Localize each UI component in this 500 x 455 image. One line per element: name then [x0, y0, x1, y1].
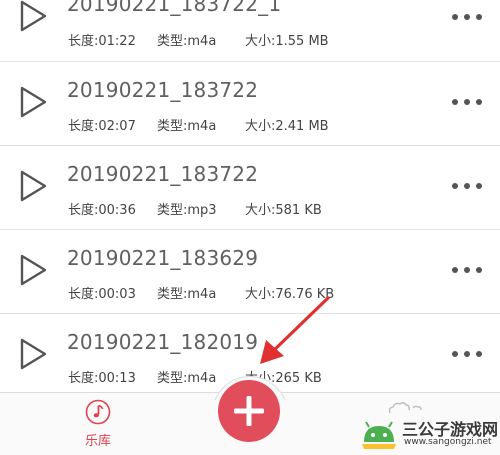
more-icon[interactable]	[452, 347, 482, 361]
list-item[interactable]: 20190221_183722_1 长度:01:22 类型:m4a 大小:1.5…	[0, 0, 500, 62]
list-item[interactable]: 20190221_183722 长度:02:07 类型:m4a 大小:2.41 …	[0, 62, 500, 146]
play-icon[interactable]	[14, 0, 50, 34]
android-logo-icon	[360, 418, 398, 450]
recording-duration: 长度:00:36	[68, 203, 136, 218]
play-icon[interactable]	[14, 84, 50, 120]
add-button[interactable]	[218, 380, 280, 442]
recording-name: 20190221_183629	[67, 246, 259, 270]
list-item[interactable]: 20190221_183722 长度:00:36 类型:mp3 大小:581 K…	[0, 146, 500, 230]
recording-size: 大小:76.76 KB	[245, 287, 335, 302]
list-item[interactable]: 20190221_183629 长度:00:03 类型:m4a 大小:76.76…	[0, 230, 500, 314]
watermark: 三公子游戏网 www.sangongzi.net	[360, 416, 498, 452]
recording-type: 类型:m4a	[157, 34, 217, 49]
tab-library[interactable]: 乐库	[80, 399, 116, 449]
more-icon[interactable]	[452, 179, 482, 193]
play-icon[interactable]	[14, 252, 50, 288]
recording-type: 类型:m4a	[157, 119, 217, 134]
tab-library-label: 乐库	[84, 434, 111, 449]
recording-name: 20190221_182019	[67, 330, 259, 354]
recording-size: 大小:581 KB	[245, 203, 322, 218]
recording-size: 大小:2.41 MB	[245, 119, 329, 134]
recording-type: 类型:mp3	[157, 203, 217, 218]
more-icon[interactable]	[452, 10, 482, 24]
recording-type: 类型:m4a	[157, 287, 217, 302]
plus-icon	[234, 396, 264, 426]
watermark-url: www.sangongzi.net	[404, 437, 492, 447]
recording-name: 20190221_183722	[67, 78, 259, 102]
recording-type: 类型:m4a	[157, 371, 217, 386]
more-icon[interactable]	[452, 95, 482, 109]
more-icon[interactable]	[452, 263, 482, 277]
recording-size: 大小:1.55 MB	[245, 34, 329, 49]
recording-name: 20190221_183722_1	[67, 0, 282, 16]
recording-duration: 长度:01:22	[68, 34, 136, 49]
recording-list: 20190221_183722_1 长度:01:22 类型:m4a 大小:1.5…	[0, 0, 500, 392]
music-note-icon	[85, 399, 111, 425]
play-icon[interactable]	[14, 168, 50, 204]
recording-duration: 长度:00:13	[68, 371, 136, 386]
recording-name: 20190221_183722	[67, 162, 259, 186]
recording-duration: 长度:00:03	[68, 287, 136, 302]
recording-duration: 长度:02:07	[68, 119, 136, 134]
play-icon[interactable]	[14, 336, 50, 372]
